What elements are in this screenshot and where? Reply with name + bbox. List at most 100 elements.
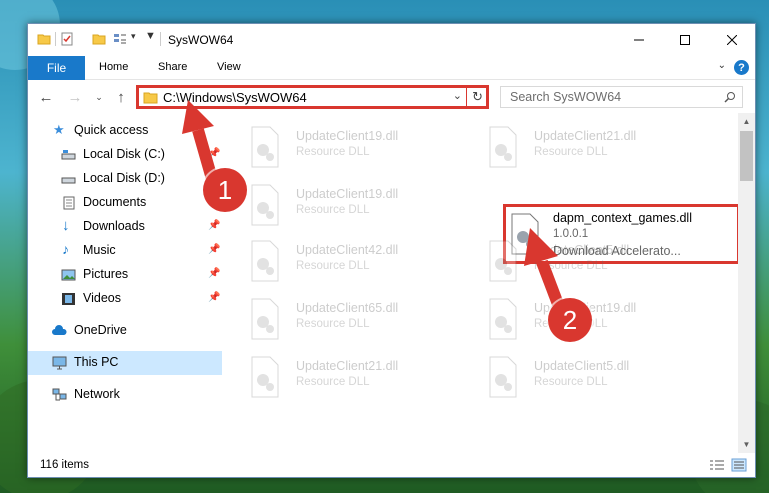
status-bar: 116 items xyxy=(28,453,755,477)
ribbon: File Home Share View ⌄ ? xyxy=(28,56,755,80)
pin-icon[interactable]: 📌 xyxy=(208,292,220,303)
file-tile[interactable]: UpdateClient5.dll Resource DLL xyxy=(476,236,706,286)
file-tab[interactable]: File xyxy=(28,56,85,80)
file-tile[interactable]: UpdateClient21.dll Resource DLL xyxy=(238,352,468,402)
file-description: Resource DLL xyxy=(296,260,370,272)
search-placeholder: Search SysWOW64 xyxy=(510,90,622,104)
file-tile[interactable]: UpdateClient42.dll Resource DLL xyxy=(238,236,468,286)
network-icon xyxy=(52,388,67,401)
folder-icon xyxy=(143,92,158,104)
up-arrow-icon[interactable]: ↑ xyxy=(112,88,130,106)
sidebar-item-label: Videos xyxy=(83,291,121,305)
refresh-icon[interactable]: ↻ xyxy=(472,89,483,105)
file-tile[interactable]: UpdateClient19.dll Resource DLL xyxy=(238,180,468,230)
expand-ribbon-chevron-icon[interactable]: ⌄ xyxy=(718,60,726,71)
dll-file-icon xyxy=(489,240,517,282)
music-icon: ♪ xyxy=(62,241,69,257)
item-count: 116 items xyxy=(40,459,90,471)
pictures-icon xyxy=(61,269,76,281)
title-bar: ▾ ▼ SysWOW64 xyxy=(28,24,755,56)
dll-file-icon xyxy=(251,356,279,398)
sidebar-item-music[interactable]: ♪ Music 📌 xyxy=(28,239,222,263)
address-divider xyxy=(466,88,467,106)
maximize-icon xyxy=(680,34,690,45)
sidebar-item-downloads[interactable]: ↓ Downloads 📌 xyxy=(28,215,222,239)
customize-toolbar-chevron-icon[interactable]: ▾ xyxy=(131,31,136,42)
file-name: UpdateClient42.dll xyxy=(296,243,399,257)
sidebar-item-documents[interactable]: Documents 📌 xyxy=(28,191,222,215)
scroll-down-icon[interactable]: ▼ xyxy=(738,436,755,453)
file-name: UpdateClient19.dll xyxy=(296,187,399,201)
back-arrow-icon[interactable]: ← xyxy=(37,88,55,106)
vertical-scrollbar[interactable]: ▲ ▼ xyxy=(738,113,755,453)
new-folder-icon[interactable] xyxy=(92,32,106,46)
dll-file-icon xyxy=(489,298,517,340)
file-description: Resource DLL xyxy=(296,318,370,330)
help-icon[interactable]: ? xyxy=(734,60,749,75)
forward-arrow-icon[interactable]: → xyxy=(66,88,84,106)
maximize-button[interactable] xyxy=(662,24,708,55)
step-2-callout: 2 xyxy=(548,298,592,342)
properties-icon[interactable] xyxy=(60,32,74,46)
search-icon xyxy=(724,92,735,103)
file-name: UpdateClient5.dll xyxy=(534,359,630,373)
address-dropdown-chevron-icon[interactable]: ⌄ xyxy=(453,89,462,102)
sidebar-item-this-pc[interactable]: This PC xyxy=(28,351,222,375)
pin-icon[interactable]: 📌 xyxy=(208,268,220,279)
file-name: UpdateClient21.dll xyxy=(534,129,637,143)
dll-file-icon xyxy=(251,184,279,226)
cloud-icon xyxy=(52,325,67,335)
sidebar-item-videos[interactable]: Videos 📌 xyxy=(28,287,222,311)
sidebar-item-label: Network xyxy=(74,387,120,401)
large-icons-view-icon[interactable] xyxy=(731,458,747,472)
file-name: UpdateClient65.dll xyxy=(296,301,399,315)
scroll-thumb[interactable] xyxy=(740,131,753,181)
navigation-bar: ← → ⌄ ↑ C:\Windows\SysWOW64 ⌄ ↻ Search S… xyxy=(28,81,755,113)
tab-share[interactable]: Share xyxy=(158,61,187,73)
file-description: Resource DLL xyxy=(296,204,370,216)
dll-file-icon xyxy=(251,298,279,340)
sidebar-item-label: Local Disk (D:) xyxy=(83,171,165,185)
file-description: Resource DLL xyxy=(534,146,608,158)
window-title: SysWOW64 xyxy=(168,33,234,47)
sidebar-item-label: Quick access xyxy=(74,123,149,137)
dll-file-icon xyxy=(489,356,517,398)
sidebar-item-label: This PC xyxy=(74,355,119,369)
minimize-icon xyxy=(634,39,644,40)
file-explorer-window: ▾ ▼ SysWOW64 File Home Share View ⌄ ? ← … xyxy=(27,23,756,478)
file-tile[interactable]: UpdateClient65.dll Resource DLL xyxy=(238,294,468,344)
file-description: Resource DLL xyxy=(296,376,370,388)
file-name: UpdateClient19.dll xyxy=(296,129,399,143)
computer-icon xyxy=(52,356,67,370)
recent-locations-chevron-icon[interactable]: ⌄ xyxy=(90,88,108,106)
sidebar-item-label: Music xyxy=(83,243,116,257)
dll-file-icon xyxy=(251,240,279,282)
close-button[interactable] xyxy=(709,24,755,55)
down-arrow-icon: ▼ xyxy=(145,30,156,42)
search-input[interactable]: Search SysWOW64 xyxy=(500,86,743,108)
details-view-icon[interactable] xyxy=(709,458,725,472)
sidebar-item-label: Pictures xyxy=(83,267,129,281)
file-tile[interactable]: UpdateClient21.dll Resource DLL xyxy=(476,122,706,172)
drive-icon xyxy=(61,177,76,184)
view-options-icon[interactable] xyxy=(113,32,127,46)
file-list: UpdateClient19.dll Resource DLL UpdateCl… xyxy=(238,116,738,451)
documents-icon xyxy=(63,196,75,210)
pin-icon[interactable]: 📌 xyxy=(208,244,220,255)
sidebar-item-network[interactable]: Network xyxy=(28,383,222,407)
drive-icon xyxy=(61,150,76,160)
sidebar-item-label: Documents xyxy=(83,195,147,209)
file-tile[interactable]: UpdateClient19.dll Resource DLL xyxy=(238,122,468,172)
star-icon: ★ xyxy=(53,122,65,137)
sidebar-item-label: Downloads xyxy=(83,219,145,233)
pin-icon[interactable]: 📌 xyxy=(208,220,220,231)
tab-view[interactable]: View xyxy=(217,61,241,73)
scroll-up-icon[interactable]: ▲ xyxy=(738,113,755,130)
tab-home[interactable]: Home xyxy=(99,61,128,73)
sidebar-item-onedrive[interactable]: OneDrive xyxy=(28,319,222,343)
sidebar-item-label: Local Disk (C:) xyxy=(83,147,165,161)
file-tile[interactable]: UpdateClient5.dll Resource DLL xyxy=(476,352,706,402)
minimize-button[interactable] xyxy=(616,24,662,55)
file-description: Resource DLL xyxy=(534,376,608,388)
sidebar-item-pictures[interactable]: Pictures 📌 xyxy=(28,263,222,287)
